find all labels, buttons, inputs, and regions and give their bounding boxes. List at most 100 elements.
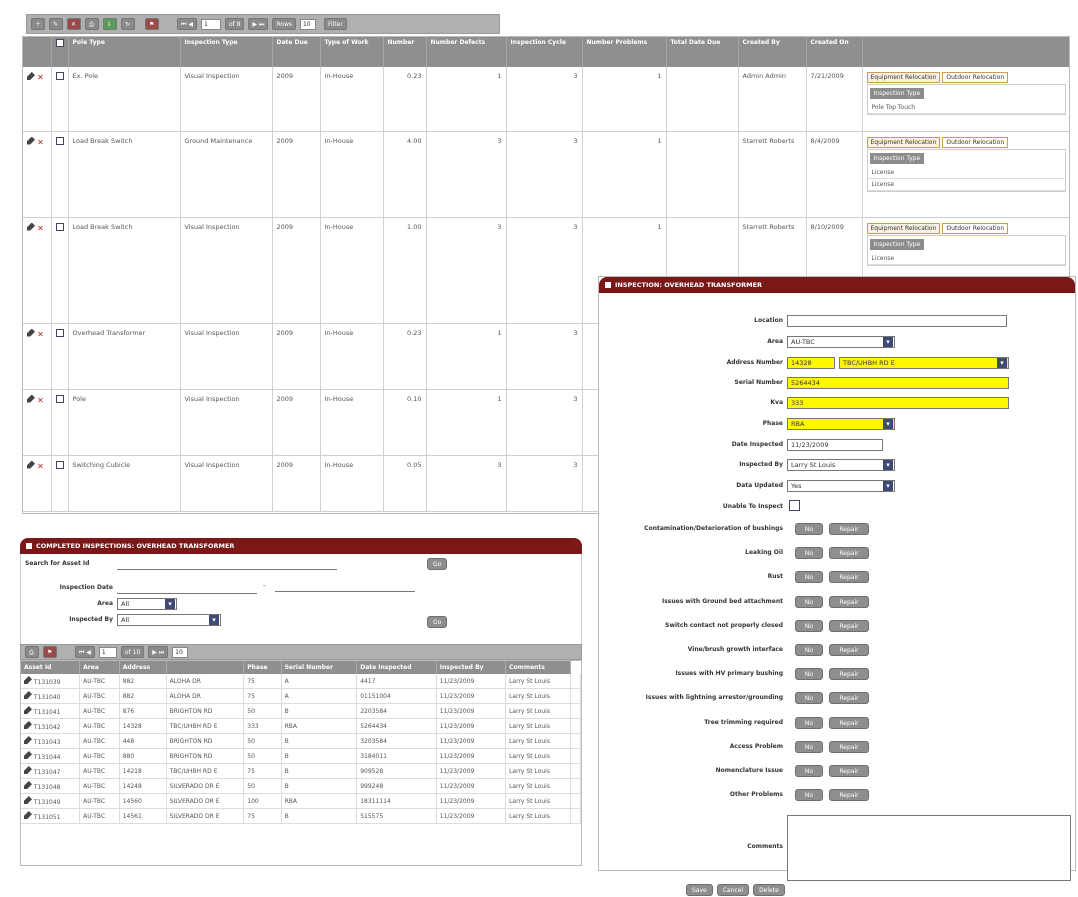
question-repair-button[interactable]: Repair	[829, 740, 869, 753]
header-created-on[interactable]: Created On	[806, 37, 863, 67]
question-no-button[interactable]: No	[795, 740, 823, 753]
header-type-of-work[interactable]: Type of Work	[320, 37, 384, 67]
cancel-button[interactable]: Cancel	[716, 884, 750, 896]
question-repair-button[interactable]: Repair	[829, 644, 869, 656]
row-checkbox[interactable]	[55, 460, 64, 469]
completed-row[interactable]: T131043 AU-TBC 448 BRIGHTON RD 50 B 3203584 11/…	[21, 733, 581, 749]
question-repair-button[interactable]: Repair	[829, 692, 869, 705]
question-no-button[interactable]: No	[795, 571, 823, 584]
question-repair-button[interactable]: Repair	[829, 789, 869, 802]
completed-cell-asset[interactable]: T131040	[21, 688, 81, 704]
header-created-by[interactable]: Created By	[738, 37, 807, 67]
edit-icon[interactable]	[24, 781, 32, 789]
completed-cell-asset[interactable]: T131043	[21, 733, 81, 749]
edit-icon[interactable]	[27, 136, 35, 145]
data-updated-select[interactable]: Yes	[787, 480, 895, 492]
address-street-select[interactable]: TBC/UHBH RD E	[839, 357, 1009, 369]
edit-icon[interactable]	[27, 222, 35, 231]
edit-icon[interactable]	[27, 460, 35, 469]
completed-cell-asset[interactable]: T131042	[21, 718, 81, 734]
question-repair-button[interactable]: Repair	[829, 523, 869, 535]
completed-header-cell[interactable]: Inspected By	[436, 661, 507, 674]
edit-icon[interactable]	[24, 751, 32, 759]
edit-icon[interactable]	[27, 328, 35, 337]
delete-icon[interactable]: ✕	[37, 462, 44, 471]
next-page-button[interactable]: ▶ ⏭	[248, 18, 269, 30]
completed-cell-asset[interactable]: T131051	[21, 808, 81, 824]
completed-row[interactable]: T131051 AU-TBC 14561 SILVERADO DR E 75 B 51557…	[21, 808, 581, 824]
question-no-button[interactable]: No	[795, 523, 823, 535]
edit-icon[interactable]	[24, 691, 32, 699]
question-no-button[interactable]: No	[795, 668, 823, 681]
grid-row[interactable]: ✕ Ex. Pole Visual Inspection 2009 In-House 0.…	[23, 67, 1069, 132]
address-number-field[interactable]: 14328	[787, 357, 835, 369]
completed-row[interactable]: T131048 AU-TBC 14248 SILVERADO DR E 50 B 99924…	[21, 778, 581, 794]
completed-rows-input[interactable]: 10	[172, 646, 189, 658]
date-to-input[interactable]	[275, 580, 415, 592]
completed-row[interactable]: T131044 AU-TBC 880 BRIGHTON RD 50 B 3184011 11/…	[21, 748, 581, 764]
completed-header-cell[interactable]: Serial Number	[281, 661, 358, 674]
edit-icon[interactable]	[24, 736, 32, 744]
question-repair-button[interactable]: Repair	[829, 668, 869, 681]
edit-icon[interactable]	[24, 796, 32, 804]
date-inspected-field[interactable]: 11/23/2009	[787, 439, 883, 451]
tab-outdoor-relocation[interactable]: Outdoor Relocation	[942, 72, 1009, 83]
area-select[interactable]: AU-TBC	[787, 336, 895, 348]
export-icon[interactable]: ⇩	[103, 18, 118, 30]
question-repair-button[interactable]: Repair	[829, 716, 869, 729]
phase-select[interactable]: RBA	[787, 418, 895, 430]
completed-header-cell[interactable]: Area	[79, 661, 120, 674]
header-number[interactable]: Number	[383, 37, 427, 67]
grid-row[interactable]: ✕ Load Break Switch Ground Maintenance 2009…	[23, 131, 1069, 218]
page-input[interactable]: 1	[200, 18, 221, 30]
comments-textarea[interactable]	[787, 815, 1071, 881]
unable-to-inspect-checkbox[interactable]	[789, 500, 800, 511]
completed-cell-asset[interactable]: T131049	[21, 793, 81, 809]
delete-icon[interactable]: ✕	[37, 138, 44, 147]
next-page-button[interactable]: ▶ ⏭	[148, 646, 169, 658]
delete-icon[interactable]: ✕	[67, 18, 82, 30]
completed-row[interactable]: T131049 AU-TBC 14560 SILVERADO DR E 100 RBA 18…	[21, 793, 581, 809]
delete-button[interactable]: Delete	[753, 884, 785, 896]
question-no-button[interactable]: No	[795, 619, 823, 632]
tab-outdoor-relocation[interactable]: Outdoor Relocation	[942, 136, 1009, 148]
edit-icon[interactable]: ✎	[49, 18, 64, 30]
header-defects[interactable]: Number Defects	[426, 37, 507, 67]
delete-icon[interactable]: ✕	[37, 330, 44, 339]
filter-icon[interactable]: ⚑	[43, 646, 57, 658]
completed-row[interactable]: T131042 AU-TBC 14328 TBC/UHBH RD E 333 RBA 526…	[21, 718, 581, 734]
completed-row[interactable]: T131041 AU-TBC 876 BRIGHTON RD 50 B 2203584 11/…	[21, 703, 581, 719]
delete-icon[interactable]: ✕	[37, 224, 44, 233]
filter-go-button[interactable]: Go	[427, 616, 448, 628]
completed-header-cell[interactable]: Phase	[243, 661, 282, 674]
row-checkbox[interactable]	[55, 394, 64, 403]
question-repair-button[interactable]: Repair	[829, 619, 869, 632]
tab-outdoor-relocation[interactable]: Outdoor Relocation	[942, 222, 1009, 234]
search-go-button[interactable]: Go	[427, 558, 448, 570]
question-repair-button[interactable]: Repair	[829, 765, 869, 777]
tab-equipment-relocation[interactable]: Equipment Relocation	[866, 222, 941, 234]
completed-cell-asset[interactable]: T131039	[21, 674, 81, 689]
header-select-all[interactable]	[51, 37, 69, 67]
edit-icon[interactable]	[27, 72, 35, 80]
area-select[interactable]: All	[117, 598, 177, 610]
header-date-due[interactable]: Date Due	[272, 37, 321, 67]
filter-icon[interactable]: ⚑	[145, 18, 160, 30]
search-asset-input[interactable]	[117, 558, 337, 570]
delete-icon[interactable]: ✕	[37, 73, 44, 82]
first-page-button[interactable]: ⏮ ◀	[177, 18, 197, 30]
date-from-input[interactable]	[117, 582, 257, 594]
kva-field[interactable]: 333	[787, 397, 1009, 409]
edit-icon[interactable]	[24, 721, 32, 729]
completed-header-cell[interactable]: Asset Id	[21, 661, 81, 674]
tab-equipment-relocation[interactable]: Equipment Relocation	[866, 136, 941, 148]
completed-header-cell[interactable]	[166, 661, 245, 674]
question-no-button[interactable]: No	[795, 595, 823, 608]
rows-input[interactable]: 10	[299, 18, 316, 30]
question-repair-button[interactable]: Repair	[829, 595, 869, 608]
filter-button[interactable]: Filter	[323, 18, 347, 30]
completed-header-cell[interactable]: Comments	[505, 661, 572, 674]
completed-page-input[interactable]: 1	[98, 646, 117, 658]
header-pole-type[interactable]: Pole Type	[68, 37, 181, 67]
question-no-button[interactable]: No	[795, 789, 823, 802]
